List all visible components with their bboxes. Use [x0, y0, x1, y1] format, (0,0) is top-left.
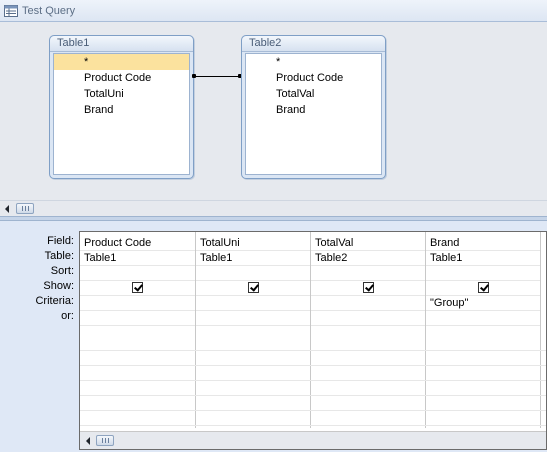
sort-cell[interactable] — [80, 266, 195, 281]
sort-cell[interactable] — [426, 266, 540, 281]
window-title: Test Query — [22, 5, 76, 17]
criteria-cell[interactable] — [311, 296, 425, 311]
or-cell[interactable] — [196, 311, 310, 326]
show-checkbox[interactable] — [248, 282, 259, 293]
field-item[interactable]: * — [246, 54, 381, 70]
field-item[interactable]: TotalVal — [246, 86, 381, 102]
row-label-sort: Sort: — [50, 265, 74, 277]
show-checkbox[interactable] — [132, 282, 143, 293]
row-label-criteria: Criteria: — [35, 295, 74, 307]
table-cell[interactable]: Table1 — [80, 251, 195, 266]
field-list-table2[interactable]: Table2 * Product Code TotalVal Brand — [241, 35, 386, 179]
field-list-title[interactable]: Table2 — [242, 36, 385, 52]
title-bar: Test Query — [0, 0, 547, 22]
field-item[interactable]: * — [54, 54, 189, 70]
show-checkbox[interactable] — [478, 282, 489, 293]
show-cell[interactable] — [426, 281, 540, 296]
table-cell[interactable]: Table1 — [196, 251, 310, 266]
scroll-thumb[interactable] — [96, 435, 114, 446]
table-pane-scrollbar[interactable] — [0, 200, 547, 216]
empty-grid-rows — [80, 336, 546, 426]
row-label-or: or: — [61, 310, 74, 322]
field-item[interactable]: Brand — [54, 102, 189, 118]
field-cell[interactable]: Product Code — [80, 236, 195, 251]
criteria-cell[interactable] — [196, 296, 310, 311]
field-item[interactable]: Product Code — [246, 70, 381, 86]
sort-cell[interactable] — [196, 266, 310, 281]
field-item[interactable]: Brand — [246, 102, 381, 118]
table-cell[interactable]: Table2 — [311, 251, 425, 266]
query-icon — [4, 5, 18, 17]
row-labels: Field: Table: Sort: Show: Criteria: or: — [0, 234, 76, 324]
or-cell[interactable] — [426, 311, 540, 326]
field-list-body: * Product Code TotalVal Brand — [245, 53, 382, 175]
field-cell[interactable]: TotalUni — [196, 236, 310, 251]
or-cell[interactable] — [80, 311, 195, 326]
criteria-cell[interactable]: "Group" — [426, 296, 540, 311]
scroll-left-arrow-icon[interactable] — [86, 437, 90, 445]
field-list-title[interactable]: Table1 — [50, 36, 193, 52]
row-label-table: Table: — [44, 250, 74, 262]
grid-scrollbar[interactable] — [80, 431, 546, 449]
show-checkbox[interactable] — [363, 282, 374, 293]
field-list-table1[interactable]: Table1 * Product Code TotalUni Brand — [49, 35, 194, 179]
or-cell[interactable] — [311, 311, 425, 326]
field-item[interactable]: TotalUni — [54, 86, 189, 102]
row-label-field: Field: — [47, 235, 74, 247]
field-list-body: * Product Code TotalUni Brand — [53, 53, 190, 175]
design-grid-area: Field: Table: Sort: Show: Criteria: or: … — [0, 221, 547, 452]
row-label-show: Show: — [43, 280, 74, 292]
sort-cell[interactable] — [311, 266, 425, 281]
table-cell[interactable]: Table1 — [426, 251, 540, 266]
show-cell[interactable] — [80, 281, 195, 296]
field-cell[interactable]: TotalVal — [311, 236, 425, 251]
join-endpoint — [192, 74, 196, 78]
criteria-cell[interactable] — [80, 296, 195, 311]
table-pane[interactable]: Table1 * Product Code TotalUni Brand Tab… — [0, 22, 547, 200]
field-cell[interactable]: Brand — [426, 236, 540, 251]
show-cell[interactable] — [311, 281, 425, 296]
join-line[interactable] — [194, 76, 240, 77]
show-cell[interactable] — [196, 281, 310, 296]
scroll-left-arrow-icon[interactable] — [5, 205, 9, 213]
field-item[interactable]: Product Code — [54, 70, 189, 86]
scroll-thumb[interactable] — [16, 203, 34, 214]
design-grid[interactable]: Product Code Table1 TotalUni Table1 Tota… — [79, 231, 547, 450]
